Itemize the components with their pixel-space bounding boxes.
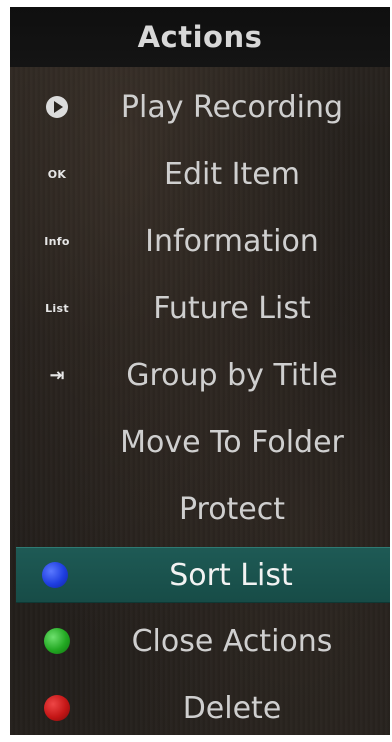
red-button-icon xyxy=(44,695,70,721)
menu-item-label: Delete xyxy=(182,690,282,726)
menu-item-sort-list[interactable]: Sort List xyxy=(16,547,390,603)
menu-item-protect[interactable]: Protect xyxy=(18,483,390,535)
menu-item-label: Close Actions xyxy=(131,623,333,659)
menu-item-play-recording[interactable]: Play Recording xyxy=(18,81,390,133)
list-key-icon: List xyxy=(45,301,69,315)
menu-title: Actions xyxy=(137,20,263,54)
info-key-icon-slot: Info xyxy=(18,215,96,267)
play-icon-slot xyxy=(18,81,96,133)
menu-item-label: Protect xyxy=(178,491,286,527)
play-icon xyxy=(46,96,68,118)
tab-arrow-icon: ⇥ xyxy=(49,364,65,386)
empty-icon-slot xyxy=(18,416,96,468)
ok-key-icon-slot: OK xyxy=(18,148,96,200)
menu-header: Actions xyxy=(10,7,390,67)
menu-item-label: Information xyxy=(145,223,319,259)
menu-item-label: Play Recording xyxy=(120,89,344,125)
menu-item-future-list[interactable]: List Future List xyxy=(18,282,390,334)
ok-key-icon: OK xyxy=(47,167,67,181)
green-button-icon-slot xyxy=(18,615,96,667)
list-key-icon-slot: List xyxy=(18,282,96,334)
menu-item-label: Move To Folder xyxy=(120,424,344,460)
menu-item-group-by-title[interactable]: ⇥ Group by Title xyxy=(18,349,390,401)
blue-button-icon xyxy=(42,562,68,588)
menu-item-move-to-folder[interactable]: Move To Folder xyxy=(18,416,390,468)
menu-item-information[interactable]: Info Information xyxy=(18,215,390,267)
menu-item-label: Group by Title xyxy=(126,357,338,393)
menu-item-label: Sort List xyxy=(169,557,293,593)
menu-item-delete[interactable]: Delete xyxy=(18,682,390,734)
red-button-icon-slot xyxy=(18,682,96,734)
menu-item-close-actions[interactable]: Close Actions xyxy=(18,615,390,667)
menu-item-label: Edit Item xyxy=(164,156,300,192)
menu-item-edit-item[interactable]: OK Edit Item xyxy=(18,148,390,200)
menu-item-label: Future List xyxy=(153,290,311,326)
tab-arrow-icon-slot: ⇥ xyxy=(18,349,96,401)
info-key-icon: Info xyxy=(44,234,70,248)
blue-button-icon-slot xyxy=(16,549,94,601)
actions-menu: Actions Play Recording OK Edit Item Info… xyxy=(10,7,390,735)
green-button-icon xyxy=(44,628,70,654)
empty-icon-slot xyxy=(18,483,96,535)
